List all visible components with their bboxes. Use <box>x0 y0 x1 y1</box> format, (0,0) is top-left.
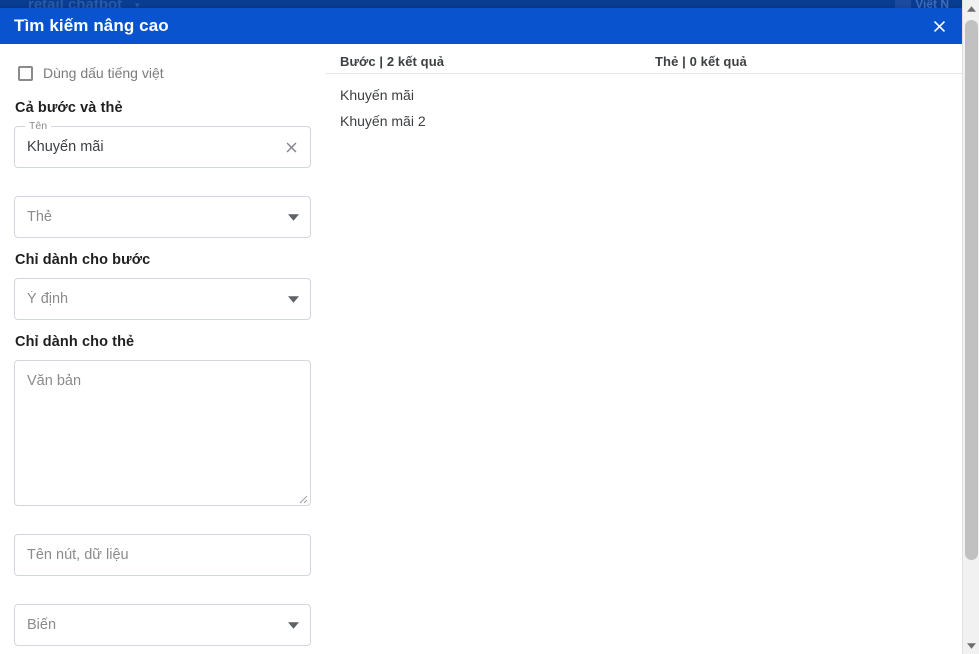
section-heading-both: Cả bước và thẻ <box>15 100 123 116</box>
text-textarea[interactable]: Văn bản <box>14 360 311 506</box>
cards-results-header: Thẻ | 0 kết quả <box>655 54 747 69</box>
button-data-placeholder: Tên nút, dữ liệu <box>27 547 129 563</box>
results-header-row: Bước | 2 kết quả Thẻ | 0 kết quả <box>326 44 962 74</box>
tag-select[interactable]: Thẻ <box>14 196 311 238</box>
variable-select[interactable]: Biến <box>14 604 311 646</box>
name-input[interactable]: Tên Khuyển mãi <box>14 120 311 168</box>
search-results-panel: Bước | 2 kết quả Thẻ | 0 kết quả Khuyến … <box>326 44 962 654</box>
button-data-field-wrapper: Tên nút, dữ liệu <box>14 534 311 576</box>
section-heading-card-only: Chỉ dành cho thẻ <box>15 334 135 350</box>
advanced-search-dialog: Tìm kiếm nâng cao Dùng dấu tiếng việt Cả… <box>0 8 962 654</box>
checkbox-box-icon <box>18 65 33 81</box>
close-icon[interactable] <box>924 11 954 41</box>
search-form-panel: Dùng dấu tiếng việt Cả bước và thẻ Tên K… <box>0 44 326 654</box>
chevron-down-icon[interactable] <box>284 208 302 226</box>
button-data-input[interactable]: Tên nút, dữ liệu <box>14 534 311 576</box>
steps-results-header: Bước | 2 kết quả <box>340 54 445 69</box>
intent-select[interactable]: Ý định <box>14 278 311 320</box>
list-item[interactable]: Khuyến mãi <box>340 82 641 108</box>
section-heading-step-only: Chỉ dành cho bước <box>15 252 151 268</box>
list-item[interactable]: Khuyến mãi 2 <box>340 108 641 134</box>
chevron-down-icon[interactable] <box>284 290 302 308</box>
triangle-up-icon[interactable] <box>963 0 979 17</box>
variable-select-placeholder: Biến <box>27 617 57 633</box>
text-textarea-placeholder: Văn bản <box>27 373 82 389</box>
dialog-header: Tìm kiếm nâng cao <box>0 8 962 44</box>
variable-select-wrapper: Biến <box>14 604 311 646</box>
chevron-down-icon[interactable] <box>284 616 302 634</box>
dialog-body: Dùng dấu tiếng việt Cả bước và thẻ Tên K… <box>0 44 962 654</box>
steps-results-list: Khuyến mãi Khuyến mãi 2 <box>326 74 641 134</box>
cards-results-list <box>641 74 962 134</box>
scrollbar-thumb[interactable] <box>965 20 978 560</box>
tag-select-placeholder: Thẻ <box>27 209 52 225</box>
tag-select-wrapper: Thẻ <box>14 196 311 238</box>
page-scrollbar[interactable] <box>962 0 979 654</box>
intent-select-placeholder: Ý định <box>27 291 69 307</box>
triangle-down-icon[interactable] <box>963 637 979 654</box>
name-field-value: Khuyển mãi <box>27 139 104 155</box>
clear-name-icon[interactable] <box>280 136 302 158</box>
dialog-title: Tìm kiếm nâng cao <box>14 16 169 35</box>
results-body: Khuyến mãi Khuyến mãi 2 <box>326 74 962 134</box>
name-field-label: Tên <box>25 120 52 132</box>
intent-select-wrapper: Ý định <box>14 278 311 320</box>
resize-handle-icon[interactable] <box>296 491 308 504</box>
name-field-wrapper: Tên Khuyển mãi <box>14 120 311 168</box>
diacritics-checkbox-label: Dùng dấu tiếng việt <box>43 65 164 81</box>
diacritics-checkbox[interactable]: Dùng dấu tiếng việt <box>0 56 326 86</box>
